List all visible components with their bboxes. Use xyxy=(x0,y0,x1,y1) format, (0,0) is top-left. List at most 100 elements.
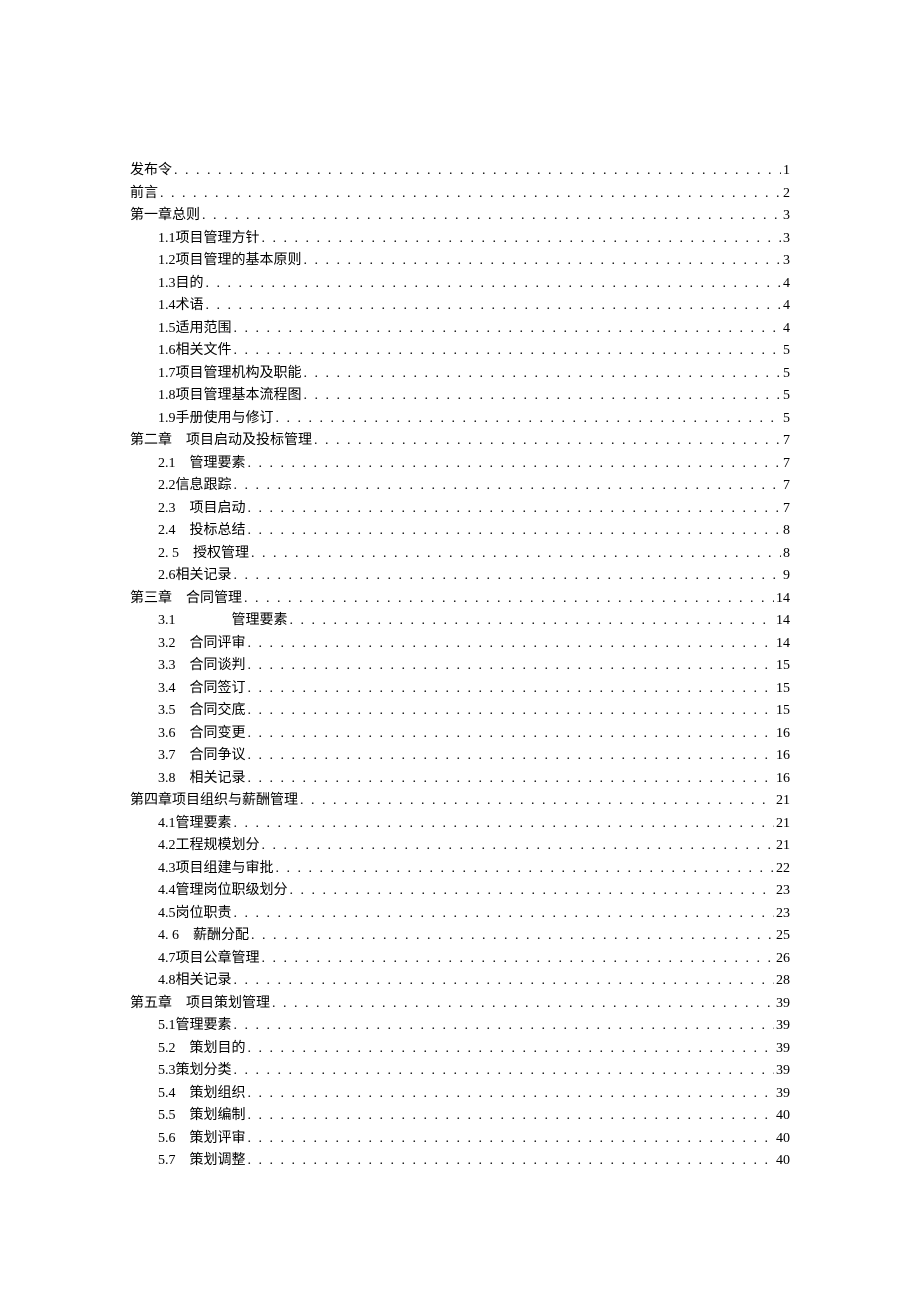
toc-leader-dots: . . . . . . . . . . . . . . . . . . . . … xyxy=(248,453,782,476)
table-of-contents: 发布令 . . . . . . . . . . . . . . . . . . .… xyxy=(130,160,790,1173)
toc-entry[interactable]: 3.5 合同交底. . . . . . . . . . . . . . . . … xyxy=(130,700,790,723)
toc-entry-label: 第一章总则 xyxy=(130,205,200,228)
toc-leader-dots: . . . . . . . . . . . . . . . . . . . . … xyxy=(314,430,781,453)
toc-leader-dots: . . . . . . . . . . . . . . . . . . . . … xyxy=(248,1128,775,1151)
toc-entry[interactable]: 3.7 合同争议. . . . . . . . . . . . . . . . … xyxy=(130,745,790,768)
toc-entry-page: 3 xyxy=(783,228,790,251)
toc-entry[interactable]: 3.3 合同谈判. . . . . . . . . . . . . . . . … xyxy=(130,655,790,678)
toc-entry-page: 22 xyxy=(776,858,790,881)
toc-entry[interactable]: 4.5岗位职责. . . . . . . . . . . . . . . . .… xyxy=(130,903,790,926)
toc-entry-page: 7 xyxy=(783,475,790,498)
toc-entry[interactable]: 第五章 项目策划管理. . . . . . . . . . . . . . . … xyxy=(130,993,790,1016)
toc-entry[interactable]: 4.2工程规模划分. . . . . . . . . . . . . . . .… xyxy=(130,835,790,858)
toc-entry[interactable]: 5.2 策划目的. . . . . . . . . . . . . . . . … xyxy=(130,1038,790,1061)
toc-entry[interactable]: 3.8 相关记录. . . . . . . . . . . . . . . . … xyxy=(130,768,790,791)
toc-entry[interactable]: 5.7 策划调整. . . . . . . . . . . . . . . . … xyxy=(130,1150,790,1173)
toc-entry[interactable]: 2.1 管理要素. . . . . . . . . . . . . . . . … xyxy=(130,453,790,476)
toc-entry[interactable]: 1.7项目管理机构及职能. . . . . . . . . . . . . . … xyxy=(130,363,790,386)
toc-entry[interactable]: 2.4 投标总结. . . . . . . . . . . . . . . . … xyxy=(130,520,790,543)
toc-entry-label: 4.3项目组建与审批 xyxy=(158,858,274,881)
toc-entry-label: 前言 xyxy=(130,183,158,206)
toc-entry-page: 21 xyxy=(776,813,790,836)
toc-entry-label: 第四章项目组织与薪酬管理 xyxy=(130,790,298,813)
toc-entry[interactable]: 第三章 合同管理. . . . . . . . . . . . . . . . … xyxy=(130,588,790,611)
toc-leader-dots: . . . . . . . . . . . . . . . . . . . . … xyxy=(248,768,775,791)
toc-entry-page: 28 xyxy=(776,970,790,993)
toc-leader-dots: . . . . . . . . . . . . . . . . . . . . … xyxy=(248,1038,775,1061)
toc-entry[interactable]: 5.3策划分类. . . . . . . . . . . . . . . . .… xyxy=(130,1060,790,1083)
toc-entry[interactable]: 第四章项目组织与薪酬管理. . . . . . . . . . . . . . … xyxy=(130,790,790,813)
toc-entry[interactable]: 2. 5 授权管理. . . . . . . . . . . . . . . .… xyxy=(130,543,790,566)
toc-entry[interactable]: 1.6相关文件. . . . . . . . . . . . . . . . .… xyxy=(130,340,790,363)
toc-entry[interactable]: 2.2信息跟踪. . . . . . . . . . . . . . . . .… xyxy=(130,475,790,498)
toc-entry-label: 1.6相关文件 xyxy=(158,340,232,363)
toc-entry[interactable]: 5.1管理要素. . . . . . . . . . . . . . . . .… xyxy=(130,1015,790,1038)
toc-entry-label: 1.5适用范围 xyxy=(158,318,232,341)
toc-entry-label: 3.4 合同签订 xyxy=(158,678,246,701)
toc-leader-dots: . . . . . . . . . . . . . . . . . . . . … xyxy=(300,790,774,813)
toc-entry[interactable]: 前言. . . . . . . . . . . . . . . . . . . … xyxy=(130,183,790,206)
toc-leader-dots: . . . . . . . . . . . . . . . . . . . . … xyxy=(202,205,781,228)
toc-entry[interactable]: 1.9手册使用与修订. . . . . . . . . . . . . . . … xyxy=(130,408,790,431)
toc-entry-label: 第三章 合同管理 xyxy=(130,588,242,611)
toc-entry[interactable]: 4. 6 薪酬分配. . . . . . . . . . . . . . . .… xyxy=(130,925,790,948)
toc-entry[interactable]: 第二章 项目启动及投标管理. . . . . . . . . . . . . .… xyxy=(130,430,790,453)
toc-entry-page: 14 xyxy=(776,610,790,633)
toc-entry-label: 5.6 策划评审 xyxy=(158,1128,246,1151)
toc-entry-page: 39 xyxy=(776,1060,790,1083)
toc-entry-label: 4.1管理要素 xyxy=(158,813,232,836)
toc-leader-dots: . . . . . . . . . . . . . . . . . . . . … xyxy=(290,880,775,903)
toc-entry[interactable]: 4.7项目公章管理. . . . . . . . . . . . . . . .… xyxy=(130,948,790,971)
toc-entry[interactable]: 第一章总则. . . . . . . . . . . . . . . . . .… xyxy=(130,205,790,228)
toc-entry[interactable]: 3.1 管理要素. . . . . . . . . . . . . . . . … xyxy=(130,610,790,633)
toc-leader-dots: . . . . . . . . . . . . . . . . . . . . … xyxy=(248,678,775,701)
toc-entry[interactable]: 3.2 合同评审. . . . . . . . . . . . . . . . … xyxy=(130,633,790,656)
toc-leader-dots: . . . . . . . . . . . . . . . . . . . . … xyxy=(251,543,781,566)
toc-entry[interactable]: 5.6 策划评审. . . . . . . . . . . . . . . . … xyxy=(130,1128,790,1151)
toc-entry[interactable]: 3.6 合同变更. . . . . . . . . . . . . . . . … xyxy=(130,723,790,746)
toc-entry-page: 8 xyxy=(783,520,790,543)
toc-entry-label: 5.7 策划调整 xyxy=(158,1150,246,1173)
toc-entry-label: 发布令 xyxy=(130,160,172,183)
toc-entry[interactable]: 1.8项目管理基本流程图. . . . . . . . . . . . . . … xyxy=(130,385,790,408)
toc-entry[interactable]: 1.4术语. . . . . . . . . . . . . . . . . .… xyxy=(130,295,790,318)
toc-entry[interactable]: 1.1项目管理方针. . . . . . . . . . . . . . . .… xyxy=(130,228,790,251)
toc-entry[interactable]: 4.8相关记录. . . . . . . . . . . . . . . . .… xyxy=(130,970,790,993)
toc-entry[interactable]: 1.5适用范围. . . . . . . . . . . . . . . . .… xyxy=(130,318,790,341)
toc-leader-dots: . . . . . . . . . . . . . . . . . . . . … xyxy=(248,655,775,678)
toc-leader-dots: . . . . . . . . . . . . . . . . . . . . … xyxy=(234,340,782,363)
toc-entry[interactable]: 4.4管理岗位职级划分. . . . . . . . . . . . . . .… xyxy=(130,880,790,903)
toc-leader-dots: . . . . . . . . . . . . . . . . . . . . … xyxy=(234,318,782,341)
toc-entry-page: 3 xyxy=(783,250,790,273)
toc-entry[interactable]: 5.5 策划编制. . . . . . . . . . . . . . . . … xyxy=(130,1105,790,1128)
toc-entry-label: 2. 5 授权管理 xyxy=(158,543,249,566)
toc-leader-dots: . . . . . . . . . . . . . . . . . . . . … xyxy=(251,925,774,948)
toc-entry-page: 4 xyxy=(783,295,790,318)
toc-entry[interactable]: 1.2项目管理的基本原则. . . . . . . . . . . . . . … xyxy=(130,250,790,273)
toc-entry-label: 1.9手册使用与修订 xyxy=(158,408,274,431)
toc-entry-page: 2 xyxy=(783,183,790,206)
toc-entry[interactable]: 发布令. . . . . . . . . . . . . . . . . . .… xyxy=(130,160,790,183)
toc-entry[interactable]: 4.1管理要素. . . . . . . . . . . . . . . . .… xyxy=(130,813,790,836)
toc-entry-page: 39 xyxy=(776,1038,790,1061)
toc-entry-label: 3.7 合同争议 xyxy=(158,745,246,768)
toc-entry[interactable]: 3.4 合同签订. . . . . . . . . . . . . . . . … xyxy=(130,678,790,701)
toc-entry[interactable]: 5.4 策划组织. . . . . . . . . . . . . . . . … xyxy=(130,1083,790,1106)
toc-entry[interactable]: 2.6相关记录. . . . . . . . . . . . . . . . .… xyxy=(130,565,790,588)
toc-entry-page: 7 xyxy=(783,498,790,521)
toc-entry[interactable]: 4.3项目组建与审批. . . . . . . . . . . . . . . … xyxy=(130,858,790,881)
toc-entry[interactable]: 1.3目的. . . . . . . . . . . . . . . . . .… xyxy=(130,273,790,296)
toc-entry-page: 39 xyxy=(776,1083,790,1106)
toc-entry-page: 5 xyxy=(783,340,790,363)
toc-leader-dots: . . . . . . . . . . . . . . . . . . . . … xyxy=(290,610,775,633)
toc-entry-page: 21 xyxy=(776,835,790,858)
toc-entry-page: 14 xyxy=(776,588,790,611)
toc-entry-page: 5 xyxy=(783,408,790,431)
toc-entry-label: 1.4术语 xyxy=(158,295,204,318)
toc-entry-page: 4 xyxy=(783,273,790,296)
toc-entry-page: 16 xyxy=(776,723,790,746)
toc-entry-label: 5.2 策划目的 xyxy=(158,1038,246,1061)
toc-entry[interactable]: 2.3 项目启动. . . . . . . . . . . . . . . . … xyxy=(130,498,790,521)
toc-entry-page: 15 xyxy=(776,655,790,678)
toc-leader-dots: . . . . . . . . . . . . . . . . . . . . … xyxy=(234,970,775,993)
